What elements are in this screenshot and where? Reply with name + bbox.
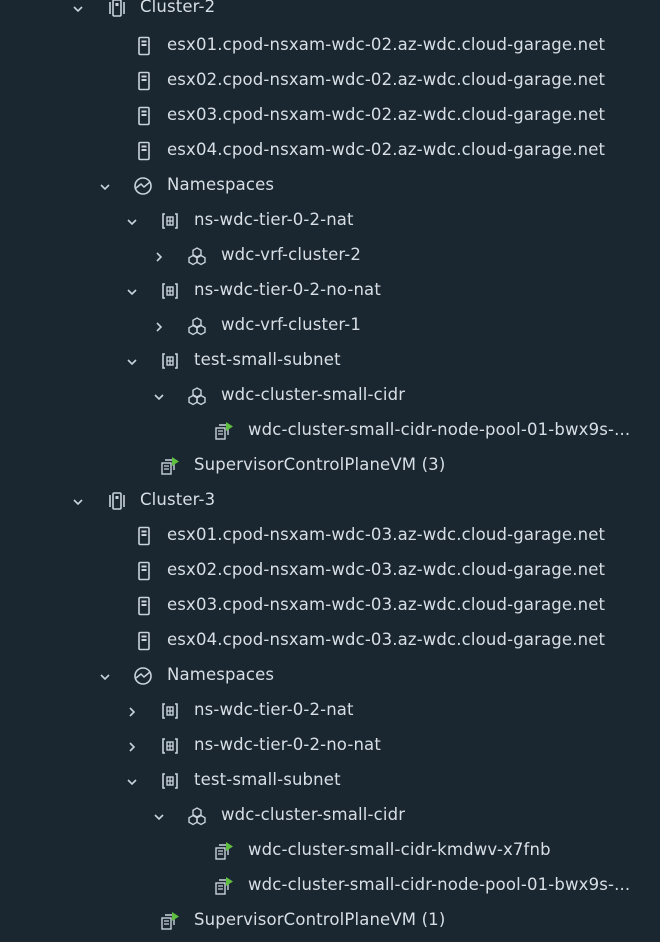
host-label[interactable]: esx04.cpod-nsxam-wdc-03.az-wdc.cloud-gar… xyxy=(167,630,605,650)
host-label[interactable]: esx02.cpod-nsxam-wdc-03.az-wdc.cloud-gar… xyxy=(167,560,605,580)
namespaces-icon xyxy=(133,176,153,196)
chevron-right-icon[interactable] xyxy=(124,704,140,720)
host-server-icon xyxy=(134,561,154,581)
tree-node-tkg-cluster[interactable]: wdc-vrf-cluster-1 xyxy=(0,313,660,347)
cluster-label[interactable]: Cluster-3 xyxy=(140,490,215,510)
tkg-cluster-label[interactable]: wdc-vrf-cluster-2 xyxy=(221,245,361,265)
namespace-icon xyxy=(160,701,180,721)
namespace-icon xyxy=(160,281,180,301)
tree-node-host[interactable]: esx02.cpod-nsxam-wdc-02.az-wdc.cloud-gar… xyxy=(0,68,660,102)
tree-node-host[interactable]: esx04.cpod-nsxam-wdc-02.az-wdc.cloud-gar… xyxy=(0,138,660,172)
host-server-icon xyxy=(134,631,154,651)
namespaces-label[interactable]: Namespaces xyxy=(167,175,274,195)
chevron-down-icon[interactable] xyxy=(151,809,167,825)
vm-label[interactable]: wdc-cluster-small-cidr-kmdwv-x7fnb xyxy=(248,840,551,860)
supervisor-vm-label[interactable]: SupervisorControlPlaneVM (3) xyxy=(194,455,445,475)
tree-node-host[interactable]: esx01.cpod-nsxam-wdc-03.az-wdc.cloud-gar… xyxy=(0,523,660,557)
namespace-icon xyxy=(160,736,180,756)
chevron-down-icon[interactable] xyxy=(124,354,140,370)
tree-node-supervisor-vm[interactable]: SupervisorControlPlaneVM (3) xyxy=(0,453,660,487)
cluster-label[interactable]: Cluster-2 xyxy=(140,0,215,17)
tree-node-namespaces[interactable]: Namespaces xyxy=(0,173,660,207)
chevron-down-icon[interactable] xyxy=(124,774,140,790)
chevron-down-icon[interactable] xyxy=(124,284,140,300)
chevron-down-icon[interactable] xyxy=(70,1,86,17)
host-label[interactable]: esx01.cpod-nsxam-wdc-03.az-wdc.cloud-gar… xyxy=(167,525,605,545)
namespace-icon xyxy=(160,351,180,371)
host-label[interactable]: esx04.cpod-nsxam-wdc-02.az-wdc.cloud-gar… xyxy=(167,140,605,160)
vm-powered-on-icon xyxy=(160,456,180,476)
tree-node-vm[interactable]: wdc-cluster-small-cidr-node-pool-01-bwx9… xyxy=(0,873,660,907)
namespaces-label[interactable]: Namespaces xyxy=(167,665,274,685)
tree-node-namespace[interactable]: ns-wdc-tier-0-2-nat xyxy=(0,698,660,732)
tree-node-cluster[interactable]: Cluster-2 xyxy=(0,0,660,29)
chevron-down-icon[interactable] xyxy=(70,494,86,510)
cluster-icon xyxy=(106,491,126,511)
vm-label[interactable]: wdc-cluster-small-cidr-node-pool-01-bwx9… xyxy=(248,875,660,895)
namespace-label[interactable]: ns-wdc-tier-0-2-no-nat xyxy=(194,280,381,300)
tree-node-namespace[interactable]: ns-wdc-tier-0-2-no-nat xyxy=(0,278,660,312)
tree-node-tkg-cluster[interactable]: wdc-vrf-cluster-2 xyxy=(0,243,660,277)
host-server-icon xyxy=(134,106,154,126)
vm-powered-on-icon xyxy=(214,876,234,896)
host-server-icon xyxy=(134,36,154,56)
namespace-label[interactable]: test-small-subnet xyxy=(194,350,341,370)
tkg-cluster-label[interactable]: wdc-cluster-small-cidr xyxy=(221,805,405,825)
inventory-tree: Cluster-2 esx01.cpod-nsxam-wdc-02.az-wdc… xyxy=(0,0,660,937)
tree-node-host[interactable]: esx03.cpod-nsxam-wdc-03.az-wdc.cloud-gar… xyxy=(0,593,660,627)
tree-node-vm[interactable]: wdc-cluster-small-cidr-node-pool-01-bwx9… xyxy=(0,418,660,452)
tree-node-namespace[interactable]: ns-wdc-tier-0-2-no-nat xyxy=(0,733,660,767)
namespace-label[interactable]: ns-wdc-tier-0-2-nat xyxy=(194,210,354,230)
tree-node-cluster[interactable]: Cluster-3 xyxy=(0,488,660,522)
host-label[interactable]: esx01.cpod-nsxam-wdc-02.az-wdc.cloud-gar… xyxy=(167,35,605,55)
tkg-cluster-icon xyxy=(187,806,207,826)
host-server-icon xyxy=(134,526,154,546)
chevron-down-icon[interactable] xyxy=(151,389,167,405)
tkg-cluster-icon xyxy=(187,246,207,266)
tree-node-host[interactable]: esx01.cpod-nsxam-wdc-02.az-wdc.cloud-gar… xyxy=(0,33,660,67)
namespace-label[interactable]: ns-wdc-tier-0-2-no-nat xyxy=(194,735,381,755)
cluster-icon xyxy=(106,0,126,18)
tkg-cluster-label[interactable]: wdc-vrf-cluster-1 xyxy=(221,315,361,335)
namespace-label[interactable]: ns-wdc-tier-0-2-nat xyxy=(194,700,354,720)
tkg-cluster-label[interactable]: wdc-cluster-small-cidr xyxy=(221,385,405,405)
tkg-cluster-icon xyxy=(187,316,207,336)
tree-node-tkg-cluster[interactable]: wdc-cluster-small-cidr xyxy=(0,803,660,837)
chevron-right-icon[interactable] xyxy=(151,319,167,335)
host-server-icon xyxy=(134,596,154,616)
vm-label[interactable]: wdc-cluster-small-cidr-node-pool-01-bwx9… xyxy=(248,420,660,440)
chevron-right-icon[interactable] xyxy=(151,249,167,265)
supervisor-vm-label[interactable]: SupervisorControlPlaneVM (1) xyxy=(194,910,445,930)
namespaces-icon xyxy=(133,666,153,686)
host-label[interactable]: esx03.cpod-nsxam-wdc-02.az-wdc.cloud-gar… xyxy=(167,105,605,125)
host-label[interactable]: esx02.cpod-nsxam-wdc-02.az-wdc.cloud-gar… xyxy=(167,70,605,90)
host-server-icon xyxy=(134,141,154,161)
tree-node-host[interactable]: esx03.cpod-nsxam-wdc-02.az-wdc.cloud-gar… xyxy=(0,103,660,137)
tree-node-host[interactable]: esx02.cpod-nsxam-wdc-03.az-wdc.cloud-gar… xyxy=(0,558,660,592)
tkg-cluster-icon xyxy=(187,386,207,406)
chevron-down-icon[interactable] xyxy=(97,669,113,685)
tree-node-host[interactable]: esx04.cpod-nsxam-wdc-03.az-wdc.cloud-gar… xyxy=(0,628,660,662)
tree-node-namespace[interactable]: ns-wdc-tier-0-2-nat xyxy=(0,208,660,242)
vm-powered-on-icon xyxy=(160,911,180,931)
namespace-icon xyxy=(160,211,180,231)
vm-powered-on-icon xyxy=(214,421,234,441)
vm-powered-on-icon xyxy=(214,841,234,861)
tree-node-vm[interactable]: wdc-cluster-small-cidr-kmdwv-x7fnb xyxy=(0,838,660,872)
host-label[interactable]: esx03.cpod-nsxam-wdc-03.az-wdc.cloud-gar… xyxy=(167,595,605,615)
namespace-label[interactable]: test-small-subnet xyxy=(194,770,341,790)
chevron-down-icon[interactable] xyxy=(97,179,113,195)
chevron-right-icon[interactable] xyxy=(124,739,140,755)
tree-node-tkg-cluster[interactable]: wdc-cluster-small-cidr xyxy=(0,383,660,417)
tree-node-namespace[interactable]: test-small-subnet xyxy=(0,768,660,802)
namespace-icon xyxy=(160,771,180,791)
tree-node-namespace[interactable]: test-small-subnet xyxy=(0,348,660,382)
chevron-down-icon[interactable] xyxy=(124,214,140,230)
host-server-icon xyxy=(134,71,154,91)
tree-node-namespaces[interactable]: Namespaces xyxy=(0,663,660,697)
